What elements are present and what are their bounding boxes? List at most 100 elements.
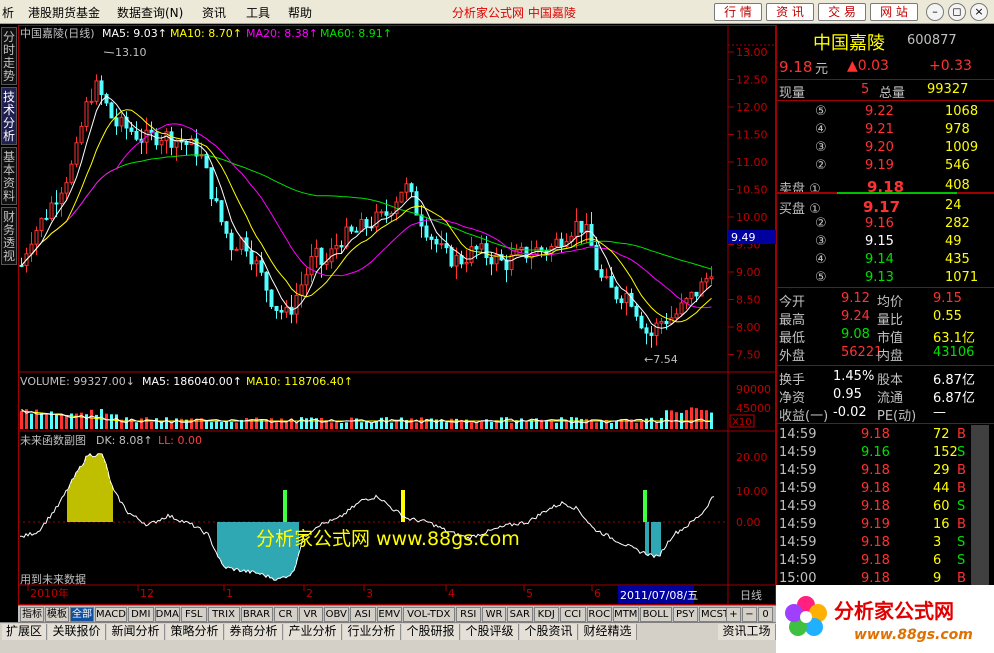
now-volume-label: 现量 — [779, 86, 806, 101]
formula-tab[interactable]: EMV — [376, 607, 402, 622]
tick-volume: 6 — [933, 553, 942, 568]
fin-label: PE(动) — [877, 409, 917, 424]
candle-body — [219, 200, 224, 223]
formula-tab[interactable]: ASI — [350, 607, 376, 622]
restore-icon[interactable]: ◻ — [948, 3, 966, 21]
formula-tab[interactable]: KDJ — [533, 607, 559, 622]
formula-tab[interactable]: VOL-TDX — [403, 607, 455, 622]
tick-price: 9.18 — [861, 427, 890, 442]
formula-tab[interactable]: SAR — [507, 607, 533, 622]
formula-tab[interactable]: 全部 — [70, 607, 94, 622]
bottom-tab[interactable]: 策略分析 — [166, 624, 224, 640]
zoom-button[interactable]: + — [726, 607, 741, 622]
volume-ma10-label: MA10: 118706.40↑ — [246, 375, 353, 388]
tick-price: 9.18 — [861, 553, 890, 568]
period-label[interactable]: 日线 — [740, 588, 762, 602]
now-volume: 5 — [861, 82, 870, 97]
quote-button[interactable]: 行 情 — [714, 3, 762, 21]
formula-tab[interactable]: OBV — [323, 607, 349, 622]
volume-bar — [645, 418, 648, 429]
menu-item-data-query[interactable]: 数据查询(N) — [117, 4, 183, 21]
volume-bar — [45, 413, 48, 429]
stat-value: 9.24 — [841, 309, 870, 324]
bottom-tab[interactable]: 财经精选 — [579, 624, 637, 640]
formula-tab[interactable]: BOLL — [639, 607, 672, 622]
tab-intraday[interactable]: 分时走势 — [1, 27, 17, 85]
bottom-tab[interactable]: 券商分析 — [225, 624, 283, 640]
bottom-tab[interactable]: 行业分析 — [343, 624, 401, 640]
chart-area[interactable]: 中国嘉陵(日线) MA5: 9.03↑ MA10: 8.70↑ MA20: 8.… — [18, 25, 776, 605]
candle-body — [704, 278, 709, 283]
website-button[interactable]: 网 站 — [870, 3, 918, 21]
formula-tab[interactable]: FSL — [181, 607, 207, 622]
formula-tab[interactable]: CR — [273, 607, 298, 622]
candle-body — [484, 243, 489, 259]
formula-tab[interactable]: WR — [482, 607, 506, 622]
formula-tab[interactable]: MTM — [613, 607, 639, 622]
formula-tab[interactable]: DMI — [128, 607, 154, 622]
candle-body — [214, 198, 219, 202]
stat-value: 9.08 — [841, 327, 870, 342]
menu-item-help[interactable]: 帮助 — [288, 4, 312, 21]
bottom-tab[interactable]: 个股资讯 — [520, 624, 578, 640]
formula-tab[interactable]: VR — [298, 607, 323, 622]
sell-level-label: ② — [815, 158, 827, 173]
news-button[interactable]: 资 讯 — [766, 3, 814, 21]
close-icon[interactable]: × — [970, 3, 988, 21]
tick-direction: S — [957, 499, 966, 514]
volume-bar — [220, 421, 223, 429]
bottom-tab[interactable]: 关联报价 — [48, 624, 106, 640]
volume-bar — [275, 420, 278, 429]
formula-tab[interactable]: RSI — [455, 607, 481, 622]
formula-tab[interactable]: BRAR — [240, 607, 273, 622]
trade-button[interactable]: 交 易 — [818, 3, 866, 21]
volume-bar — [255, 417, 258, 429]
volume-bar — [585, 418, 588, 429]
signal-bar — [643, 490, 647, 522]
stock-chart[interactable]: 中国嘉陵(日线) MA5: 9.03↑ MA10: 8.70↑ MA20: 8.… — [18, 25, 776, 605]
last-price: 9.18 — [779, 58, 813, 76]
volume-ma5-label: MA5: 186040.00↑ — [142, 375, 242, 388]
formula-tab[interactable]: TRIX — [207, 607, 240, 622]
ma10-line — [21, 109, 712, 323]
volume-bar — [655, 422, 658, 429]
quote-row: 14:59 9.19 16 B — [777, 516, 994, 534]
menu-item-hk-futures[interactable]: 港股期货基金 — [28, 4, 100, 21]
volume-bar — [670, 410, 673, 429]
fin-value: — — [933, 405, 946, 420]
menu-item-tools[interactable]: 工具 — [246, 4, 270, 21]
formula-tab[interactable]: DMA — [154, 607, 180, 622]
zoom-button[interactable]: 0 — [758, 607, 773, 622]
formula-tab[interactable]: ROC — [586, 607, 612, 622]
tab-financials[interactable]: 财务透视 — [1, 207, 17, 265]
bottom-tab[interactable]: 资讯工场 — [718, 624, 776, 640]
menu-item-analysis[interactable]: 析 — [2, 4, 14, 21]
bottom-tab[interactable]: 个股研报 — [402, 624, 460, 640]
menu-item-news[interactable]: 资讯 — [202, 4, 226, 21]
bottom-tab[interactable]: 新闻分析 — [107, 624, 165, 640]
tab-fundamentals[interactable]: 基本资料 — [1, 147, 17, 205]
bottom-tab[interactable]: 扩展区 — [2, 624, 47, 640]
quote-row: 14:59 9.16 152 S — [777, 444, 994, 462]
formula-tab[interactable]: CCI — [560, 607, 586, 622]
volume-bar — [40, 412, 43, 429]
volume-bar — [550, 421, 553, 429]
formula-tab[interactable]: 模板 — [45, 607, 69, 622]
candle-body — [709, 276, 714, 280]
bottom-tab[interactable]: 产业分析 — [284, 624, 342, 640]
quote-row: 14:59 9.18 60 S — [777, 498, 994, 516]
tab-technical[interactable]: 技术分析 — [1, 87, 17, 145]
candle-body — [304, 274, 309, 286]
left-tab-strip: 分时走势 技术分析 基本资料 财务透视 — [0, 25, 18, 605]
indicator-line — [19, 453, 715, 581]
formula-tab[interactable]: MACD — [95, 607, 127, 622]
formula-tab[interactable]: 指标 — [20, 607, 44, 622]
volume-bar — [500, 417, 503, 429]
zoom-button[interactable]: − — [742, 607, 757, 622]
bottom-tab[interactable]: 个股评级 — [461, 624, 519, 640]
quote-row: ⑤ 9.13 1071 — [777, 269, 994, 287]
minimize-icon[interactable]: – — [926, 3, 944, 21]
formula-tab[interactable]: PSY — [672, 607, 698, 622]
sell-price: 9.22 — [865, 104, 894, 119]
tick-scrollbar[interactable] — [971, 425, 989, 605]
